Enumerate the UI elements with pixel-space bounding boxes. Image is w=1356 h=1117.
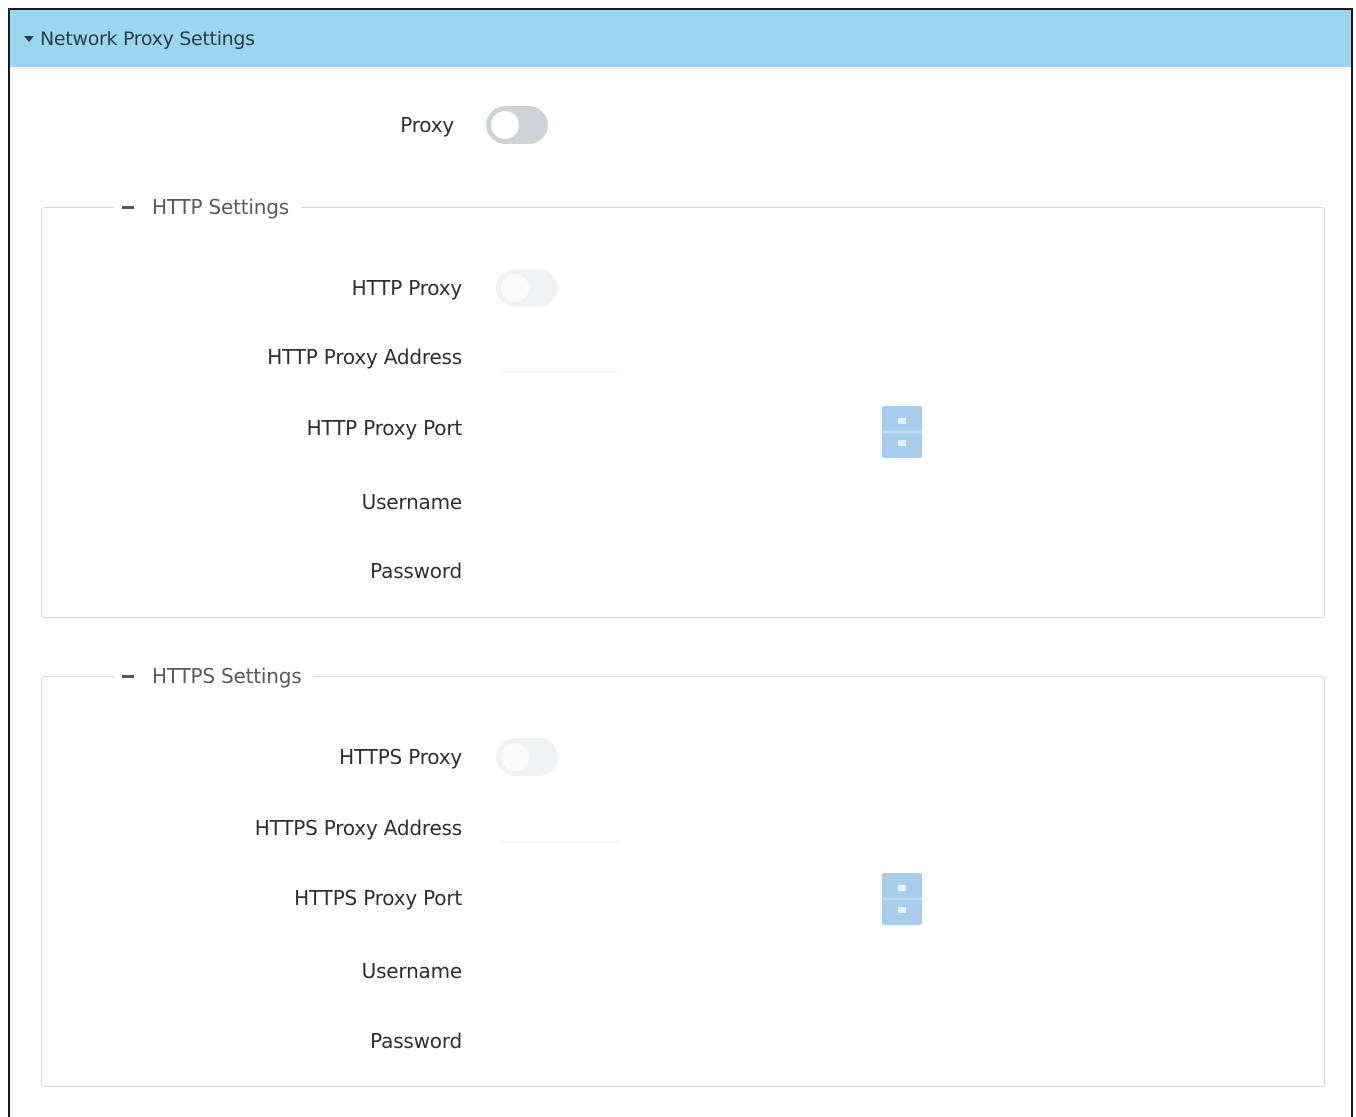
http-settings-title: HTTP Settings: [152, 195, 289, 219]
https-username-label: Username: [361, 959, 463, 983]
http-username-input[interactable]: [500, 484, 990, 518]
http-proxy-port-label: HTTP Proxy Port: [306, 416, 463, 440]
network-proxy-panel: Network Proxy Settings Proxy HTTP Settin…: [8, 8, 1353, 1117]
https-proxy-toggle[interactable]: [496, 738, 558, 776]
panel-header[interactable]: Network Proxy Settings: [10, 10, 1351, 67]
spinner-divider: [882, 898, 922, 900]
spinner-up-icon[interactable]: [898, 418, 906, 424]
http-proxy-address-label: HTTP Proxy Address: [267, 345, 462, 369]
http-proxy-port-spinner[interactable]: [882, 406, 922, 458]
https-password-label: Password: [370, 1029, 462, 1053]
http-settings-legend[interactable]: HTTP Settings: [114, 190, 301, 224]
https-settings-title: HTTPS Settings: [152, 664, 302, 688]
http-proxy-label: HTTP Proxy: [351, 276, 463, 300]
https-proxy-address-label: HTTPS Proxy Address: [254, 816, 462, 840]
spinner-divider: [882, 431, 922, 433]
toggle-knob: [501, 743, 529, 771]
minus-icon[interactable]: [122, 674, 134, 678]
panel-title: Network Proxy Settings: [40, 27, 255, 50]
https-proxy-address-input[interactable]: [500, 809, 620, 843]
https-proxy-port-label: HTTPS Proxy Port: [294, 886, 462, 910]
https-proxy-port-spinner[interactable]: [882, 873, 922, 925]
http-password-input[interactable]: [500, 553, 990, 587]
toggle-knob: [491, 111, 519, 139]
http-proxy-toggle[interactable]: [496, 269, 558, 307]
http-password-label: Password: [370, 559, 462, 583]
toggle-knob: [501, 274, 529, 302]
proxy-toggle[interactable]: [486, 106, 548, 144]
http-proxy-port-input[interactable]: [500, 410, 870, 444]
https-proxy-label: HTTPS Proxy: [339, 745, 462, 769]
minus-icon[interactable]: [122, 205, 134, 209]
https-settings-legend[interactable]: HTTPS Settings: [114, 659, 314, 693]
http-proxy-address-input[interactable]: [500, 338, 620, 372]
https-proxy-port-input[interactable]: [500, 880, 870, 914]
https-username-input[interactable]: [500, 953, 990, 987]
http-username-label: Username: [361, 490, 463, 514]
spinner-up-icon[interactable]: [898, 885, 906, 891]
proxy-label: Proxy: [400, 113, 454, 137]
spinner-down-icon[interactable]: [898, 440, 906, 446]
caret-down-icon[interactable]: [24, 36, 34, 42]
spinner-down-icon[interactable]: [898, 907, 906, 913]
https-password-input[interactable]: [500, 1023, 990, 1057]
